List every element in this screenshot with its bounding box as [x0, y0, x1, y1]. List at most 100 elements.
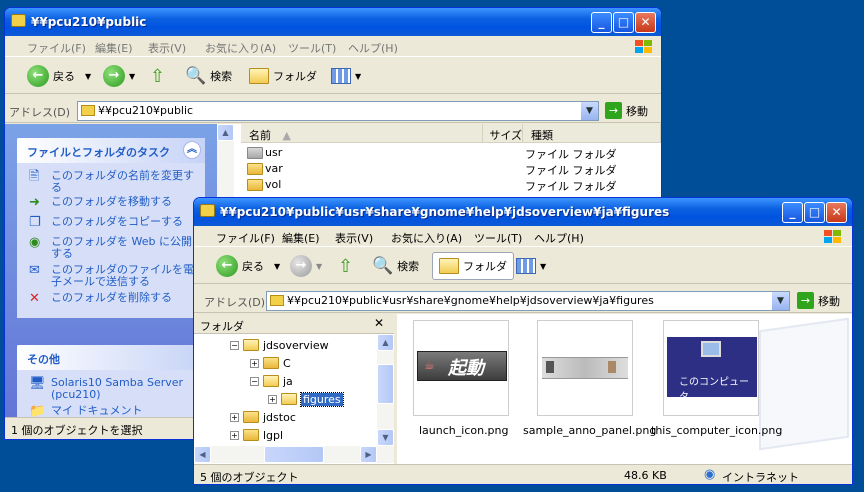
back-titlebar[interactable]: ¥¥pcu210¥public _ □ ✕	[5, 8, 661, 36]
views-icon	[331, 68, 351, 84]
tree-item-jdstoc[interactable]: + jdstoc	[230, 408, 296, 426]
up-folder-icon: ⇧	[338, 255, 354, 277]
scroll-thumb[interactable]	[377, 364, 394, 404]
tasks-header[interactable]: ファイルとフォルダのタスク ︽	[17, 138, 205, 163]
computer-monitor-icon	[701, 341, 721, 357]
tree-item-c[interactable]: + C	[250, 354, 291, 372]
expand-icon[interactable]: +	[230, 430, 239, 440]
folder-open-icon	[263, 375, 279, 387]
search-label: 検索	[210, 70, 233, 83]
search-icon: 🔍	[185, 66, 207, 86]
folder-open-icon	[243, 339, 259, 351]
tree-scrollbar-vertical[interactable]: ▲ ▼	[377, 334, 394, 446]
thumbnail-launch-icon[interactable]: 起動 ☕ launch_icon.png	[411, 320, 511, 440]
file-row-var[interactable]: var ファイル フォルダ	[217, 161, 661, 177]
close-button[interactable]: ✕	[826, 202, 847, 223]
address-dropdown-icon[interactable]: ▼	[772, 292, 789, 310]
minimize-button[interactable]: _	[591, 12, 612, 33]
folders-button[interactable]: フォルダ	[432, 252, 514, 280]
menu-edit[interactable]: 編集(E)	[95, 40, 133, 56]
search-button[interactable]: 🔍 検索	[372, 252, 419, 280]
menu-tools[interactable]: ツール(T)	[474, 230, 522, 246]
menu-view[interactable]: 表示(V)	[335, 230, 373, 246]
folder-tree-pane: フォルダ ✕ − jdsoverview + C − ja + figures …	[194, 314, 394, 464]
folders-button[interactable]: フォルダ	[249, 62, 317, 90]
tree-item-jdsoverview[interactable]: − jdsoverview	[230, 336, 329, 354]
tree-close-icon[interactable]: ✕	[374, 316, 384, 330]
status-size: 48.6 KB	[624, 469, 667, 482]
tree-header: フォルダ ✕	[194, 314, 394, 334]
go-button[interactable]: → 移動	[797, 292, 840, 309]
search-button[interactable]: 🔍 検索	[185, 62, 232, 90]
tree-item-ja[interactable]: − ja	[250, 372, 293, 390]
address-dropdown-icon[interactable]: ▼	[581, 102, 598, 120]
folder-icon	[247, 147, 263, 159]
forward-dropdown-icon[interactable]: ▼	[316, 262, 322, 271]
file-row-vol[interactable]: vol ファイル フォルダ	[217, 177, 661, 193]
scroll-down-button[interactable]: ▼	[377, 429, 394, 446]
go-button[interactable]: → 移動	[605, 102, 648, 119]
back-dropdown-icon[interactable]: ▼	[274, 262, 280, 271]
expand-icon[interactable]: +	[268, 394, 277, 404]
up-folder-button[interactable]: ⇧	[338, 252, 353, 280]
menu-tools[interactable]: ツール(T)	[288, 40, 336, 56]
menu-favorites[interactable]: お気に入り(A)	[391, 230, 462, 246]
file-folder-tasks-box: ファイルとフォルダのタスク ︽ 🖹 このフォルダの名前を変更する ➜ このフォル…	[17, 138, 205, 318]
views-button[interactable]: ▼	[331, 62, 361, 90]
menu-edit[interactable]: 編集(E)	[282, 230, 320, 246]
go-label: 移動	[818, 294, 840, 308]
menu-file[interactable]: ファイル(F)	[216, 230, 275, 246]
address-field[interactable]: ¥¥pcu210¥public ▼	[77, 101, 599, 121]
maximize-button[interactable]: □	[613, 12, 634, 33]
menu-help[interactable]: ヘルプ(H)	[348, 40, 398, 56]
expand-icon[interactable]: +	[230, 412, 239, 422]
scroll-up-button[interactable]: ▲	[217, 124, 234, 141]
menu-help[interactable]: ヘルプ(H)	[534, 230, 584, 246]
views-button[interactable]: ▼	[516, 252, 546, 280]
scroll-up-button[interactable]: ▲	[377, 334, 394, 351]
folder-icon	[439, 258, 459, 274]
go-arrow-icon: →	[797, 292, 814, 309]
column-header-name[interactable]: 名前 ▲	[241, 124, 483, 143]
front-titlebar[interactable]: ¥¥pcu210¥public¥usr¥share¥gnome¥help¥jds…	[194, 198, 852, 226]
file-row-usr[interactable]: usr ファイル フォルダ	[217, 145, 661, 161]
up-folder-button[interactable]: ⇧	[150, 62, 165, 90]
other-header[interactable]: その他	[17, 345, 205, 370]
back-nav-button[interactable]: ← 戻る ▼	[27, 62, 91, 90]
back-dropdown-icon[interactable]: ▼	[85, 72, 91, 81]
back-nav-button[interactable]: ← 戻る ▼	[216, 252, 280, 280]
thumbnail-this-computer-icon[interactable]: このコンピュータ this_computer_icon.png	[651, 320, 782, 440]
search-label: 検索	[397, 260, 420, 273]
tasks-title: ファイルとフォルダのタスク	[27, 146, 170, 159]
address-field[interactable]: ¥¥pcu210¥public¥usr¥share¥gnome¥help¥jds…	[266, 291, 790, 311]
forward-nav-button[interactable]: → ▼	[103, 62, 135, 90]
collapse-icon[interactable]: −	[230, 340, 239, 350]
scroll-left-button[interactable]: ◀	[194, 446, 211, 463]
tree-scrollbar-horizontal[interactable]: ◀ ▶	[194, 446, 394, 463]
scroll-hthumb[interactable]	[264, 446, 324, 463]
tree-item-figures[interactable]: + figures	[268, 390, 344, 408]
scroll-right-button[interactable]: ▶	[360, 446, 377, 463]
forward-dropdown-icon[interactable]: ▼	[129, 72, 135, 81]
column-header-type[interactable]: 種類	[523, 124, 661, 143]
menu-file[interactable]: ファイル(F)	[27, 40, 86, 56]
minimize-button[interactable]: _	[782, 202, 803, 223]
collapse-icon[interactable]: −	[250, 376, 259, 386]
windows-logo-icon	[635, 40, 652, 53]
address-folder-icon	[81, 105, 95, 116]
panel-icon-b	[608, 361, 616, 373]
expand-icon[interactable]: +	[250, 358, 259, 368]
maximize-button[interactable]: □	[804, 202, 825, 223]
collapse-chevron-icon[interactable]: ︽	[183, 141, 201, 159]
forward-nav-button[interactable]: → ▼	[290, 252, 322, 280]
column-header-size[interactable]: サイズ	[483, 124, 523, 143]
address-value: ¥¥pcu210¥public	[98, 104, 194, 117]
tree-item-lgpl[interactable]: + lgpl	[230, 426, 283, 444]
menu-view[interactable]: 表示(V)	[148, 40, 186, 56]
other-places-box: その他 🖥 Solaris10 Samba Server (pcu210) 📁 …	[17, 345, 205, 425]
folder-icon	[247, 163, 263, 175]
menu-favorites[interactable]: お気に入り(A)	[205, 40, 276, 56]
go-label: 移動	[626, 104, 648, 118]
thumbnail-sample-anno-panel[interactable]: sample_anno_panel.png	[523, 320, 656, 440]
close-button[interactable]: ✕	[635, 12, 656, 33]
